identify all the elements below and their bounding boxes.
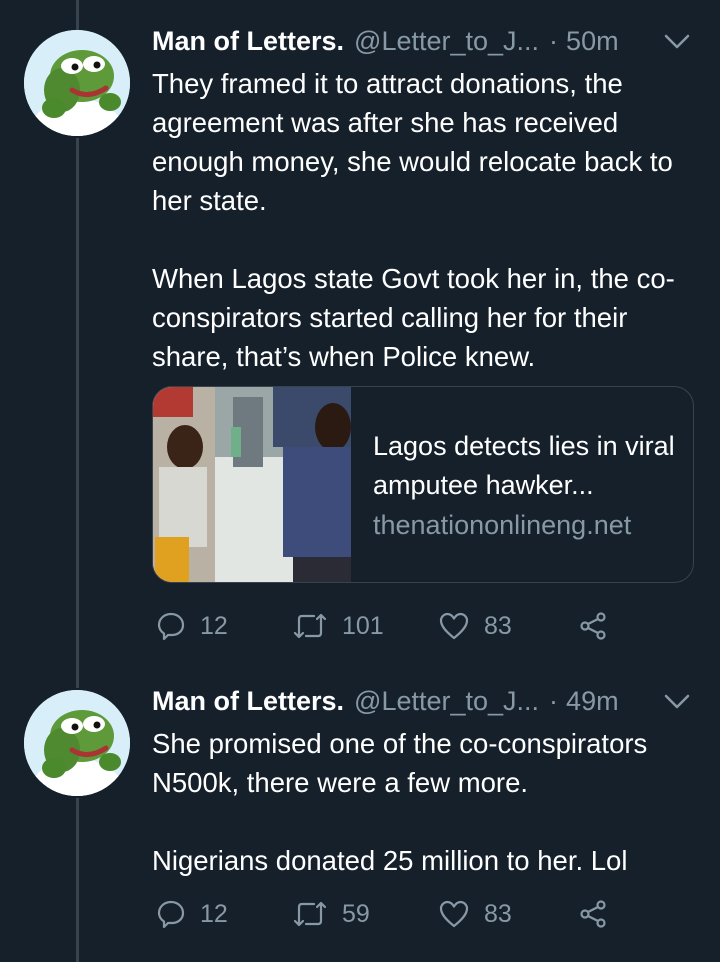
chevron-down-icon[interactable] <box>664 694 690 715</box>
tweet-actions: 12 101 83 <box>152 606 632 646</box>
like-count: 83 <box>484 899 512 928</box>
retweet-icon <box>293 613 327 639</box>
share-button[interactable] <box>578 606 608 646</box>
card-info: Lagos detects lies in viral amputee hawk… <box>373 427 679 545</box>
card-thumbnail <box>153 387 351 582</box>
tweet-text: She promised one of the co-conspirators … <box>152 724 700 880</box>
separator: · <box>549 26 559 56</box>
heart-icon <box>439 900 469 928</box>
tweet-paragraph: They framed it to attract donations, the… <box>152 68 673 216</box>
reply-button[interactable]: 12 <box>156 606 228 646</box>
card-title[interactable]: Lagos detects lies in viral amputee hawk… <box>373 427 679 505</box>
tweet-paragraph: When Lagos state Govt took her in, the c… <box>152 263 675 372</box>
display-name[interactable]: Man of Letters. <box>152 26 344 57</box>
tweet-paragraph: She promised one of the co-conspirators … <box>152 728 648 798</box>
user-handle[interactable]: @Letter_to_J... <box>354 26 539 57</box>
link-card[interactable]: Lagos detects lies in viral amputee hawk… <box>152 386 694 583</box>
tweet-header: Man of Letters. @Letter_to_J... · 49m <box>152 686 700 722</box>
share-icon <box>580 612 606 640</box>
retweet-button[interactable]: 101 <box>292 606 384 646</box>
share-button[interactable] <box>578 894 608 934</box>
chevron-down-icon[interactable] <box>664 34 690 55</box>
tweet-header: Man of Letters. @Letter_to_J... · 50m <box>152 26 700 62</box>
avatar[interactable] <box>24 30 130 136</box>
share-icon <box>580 900 606 928</box>
avatar[interactable] <box>24 690 130 796</box>
retweet-icon <box>293 901 327 927</box>
retweet-count: 59 <box>342 899 370 928</box>
display-name[interactable]: Man of Letters. <box>152 686 344 717</box>
reply-button[interactable]: 12 <box>156 894 228 934</box>
heart-icon <box>439 612 469 640</box>
tweet-actions: 12 59 83 <box>152 894 632 934</box>
user-handle[interactable]: @Letter_to_J... <box>354 686 539 717</box>
retweet-count: 101 <box>342 611 384 640</box>
timestamp[interactable]: 50m <box>566 26 619 57</box>
tweet[interactable]: Man of Letters. @Letter_to_J... · 50m Th… <box>0 0 720 660</box>
like-button[interactable]: 83 <box>438 606 512 646</box>
retweet-button[interactable]: 59 <box>292 894 370 934</box>
separator: · <box>549 686 559 716</box>
like-button[interactable]: 83 <box>438 894 512 934</box>
reply-count: 12 <box>200 899 228 928</box>
tweet-paragraph: Nigerians donated 25 million to her. Lol <box>152 845 628 876</box>
reply-count: 12 <box>200 611 228 640</box>
card-domain: thenationonlineng.net <box>373 510 632 540</box>
tweet[interactable]: Man of Letters. @Letter_to_J... · 49m Sh… <box>0 660 720 962</box>
timestamp[interactable]: 49m <box>566 686 619 717</box>
reply-icon <box>157 612 185 641</box>
tweet-text: They framed it to attract donations, the… <box>152 64 700 376</box>
like-count: 83 <box>484 611 512 640</box>
reply-icon <box>157 900 185 929</box>
